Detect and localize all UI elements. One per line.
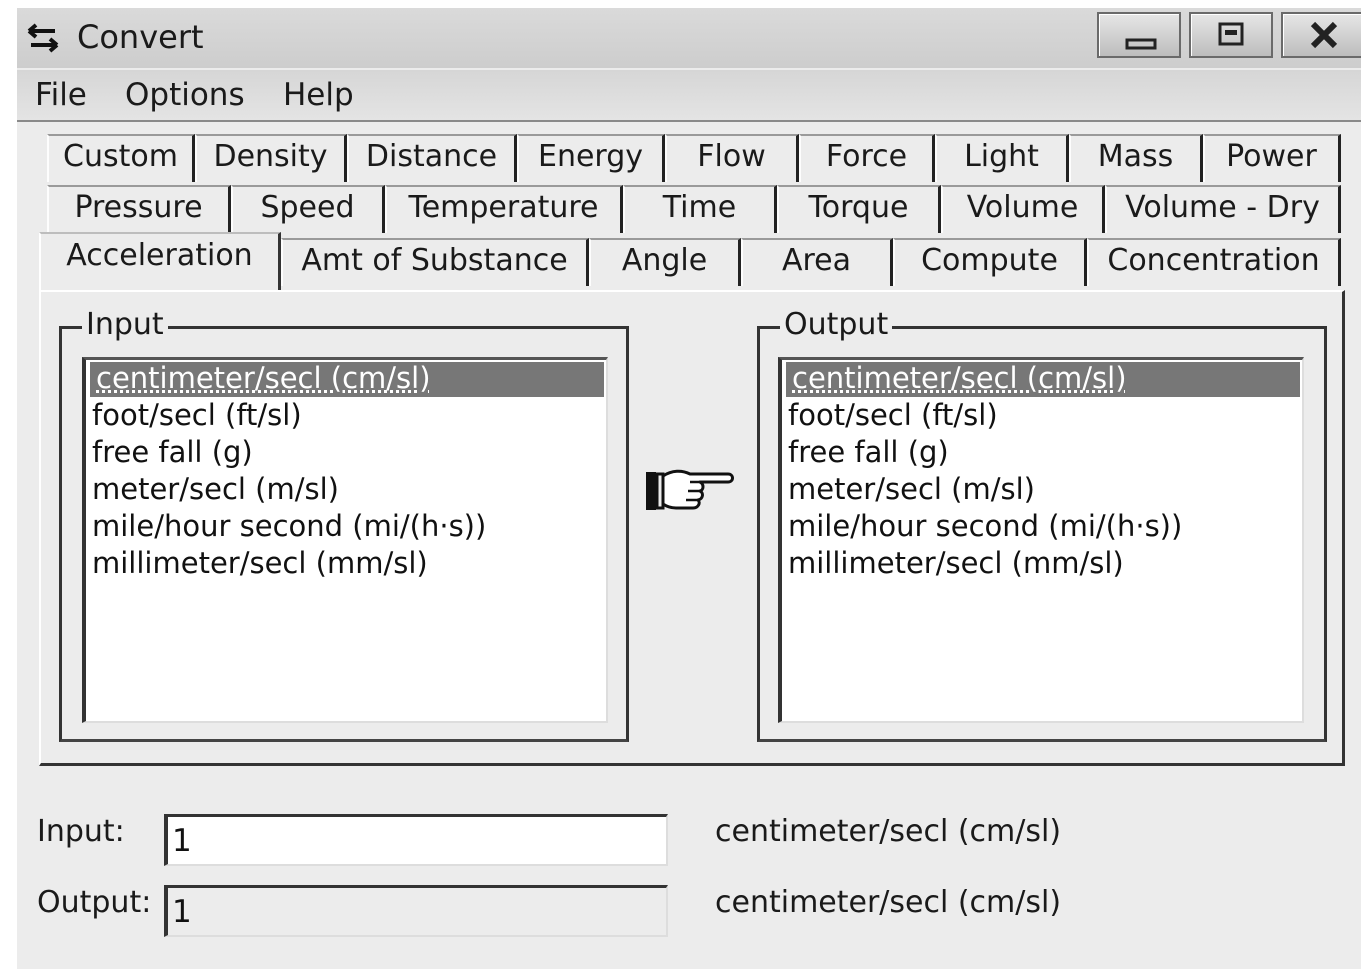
menu-bar: File Options Help xyxy=(17,70,1361,122)
close-icon xyxy=(1310,21,1338,49)
tab-density[interactable]: Density xyxy=(195,134,347,182)
window-title: Convert xyxy=(77,18,204,56)
input-group-label: Input xyxy=(82,307,168,342)
output-list-item[interactable]: free fall (g) xyxy=(782,434,1302,471)
input-list-item[interactable]: free fall (g) xyxy=(86,434,606,471)
close-button[interactable] xyxy=(1281,12,1361,58)
output-group-label: Output xyxy=(780,307,893,342)
menu-options[interactable]: Options xyxy=(125,77,245,113)
tab-flow[interactable]: Flow xyxy=(665,134,799,182)
pointing-hand-icon xyxy=(646,469,734,510)
convert-arrows-icon xyxy=(27,23,59,53)
tab-temperature[interactable]: Temperature xyxy=(385,185,623,233)
maximize-icon xyxy=(1218,22,1244,46)
output-list-item[interactable]: millimeter/secl (mm/sl) xyxy=(782,545,1302,582)
tab-custom[interactable]: Custom xyxy=(47,134,195,182)
tab-volume[interactable]: Volume xyxy=(941,185,1105,233)
tab-time[interactable]: Time xyxy=(623,185,777,233)
tab-compute[interactable]: Compute xyxy=(893,238,1087,286)
tab-mass[interactable]: Mass xyxy=(1069,134,1203,182)
tab-amt-of-substance[interactable]: Amt of Substance xyxy=(281,238,589,286)
tab-concentration[interactable]: Concentration xyxy=(1087,238,1341,286)
output-group: Output centimeter/secl (cm/sl) foot/secl… xyxy=(757,307,1327,742)
title-bar[interactable]: Convert xyxy=(17,8,1361,68)
input-list-item[interactable]: foot/secl (ft/sl) xyxy=(86,397,606,434)
input-unit-list[interactable]: centimeter/secl (cm/sl) foot/secl (ft/sl… xyxy=(82,357,608,723)
tab-energy[interactable]: Energy xyxy=(517,134,665,182)
tab-light[interactable]: Light xyxy=(935,134,1069,182)
input-list-item[interactable]: meter/secl (m/sl) xyxy=(86,471,606,508)
maximize-button[interactable] xyxy=(1189,12,1273,58)
tab-pressure[interactable]: Pressure xyxy=(47,185,231,233)
tab-volume-dry[interactable]: Volume - Dry xyxy=(1105,185,1341,233)
tab-panel: Input centimeter/secl (cm/sl) foot/secl … xyxy=(39,290,1345,766)
output-list-item[interactable]: foot/secl (ft/sl) xyxy=(782,397,1302,434)
input-field-label: Input: xyxy=(37,814,125,849)
tab-power[interactable]: Power xyxy=(1203,134,1341,182)
minimize-button[interactable] xyxy=(1097,12,1181,58)
tab-force[interactable]: Force xyxy=(799,134,935,182)
input-list-item[interactable]: millimeter/secl (mm/sl) xyxy=(86,545,606,582)
input-value-field[interactable]: 1 xyxy=(164,814,668,866)
tab-speed[interactable]: Speed xyxy=(231,185,385,233)
menu-file[interactable]: File xyxy=(35,77,87,113)
menu-help[interactable]: Help xyxy=(283,77,354,113)
convert-window: Convert File Options Help Custom Density… xyxy=(17,8,1361,969)
tab-distance[interactable]: Distance xyxy=(347,134,517,182)
output-list-item[interactable]: meter/secl (m/sl) xyxy=(782,471,1302,508)
tab-angle[interactable]: Angle xyxy=(589,238,741,286)
minimize-icon xyxy=(1125,38,1157,50)
output-field-label: Output: xyxy=(37,885,152,920)
input-list-item[interactable]: centimeter/secl (cm/sl) xyxy=(90,362,604,397)
output-unit-list[interactable]: centimeter/secl (cm/sl) foot/secl (ft/sl… xyxy=(778,357,1304,723)
tab-acceleration[interactable]: Acceleration xyxy=(39,232,281,290)
tab-torque[interactable]: Torque xyxy=(777,185,941,233)
output-unit-text: centimeter/secl (cm/sl) xyxy=(715,885,1062,920)
input-list-item[interactable]: mile/hour second (mi/(h·s)) xyxy=(86,508,606,545)
tab-area[interactable]: Area xyxy=(741,238,893,286)
input-unit-text: centimeter/secl (cm/sl) xyxy=(715,814,1062,849)
input-group: Input centimeter/secl (cm/sl) foot/secl … xyxy=(59,307,629,742)
output-value-field[interactable]: 1 xyxy=(164,885,668,937)
output-list-item[interactable]: mile/hour second (mi/(h·s)) xyxy=(782,508,1302,545)
output-list-item[interactable]: centimeter/secl (cm/sl) xyxy=(786,362,1300,397)
